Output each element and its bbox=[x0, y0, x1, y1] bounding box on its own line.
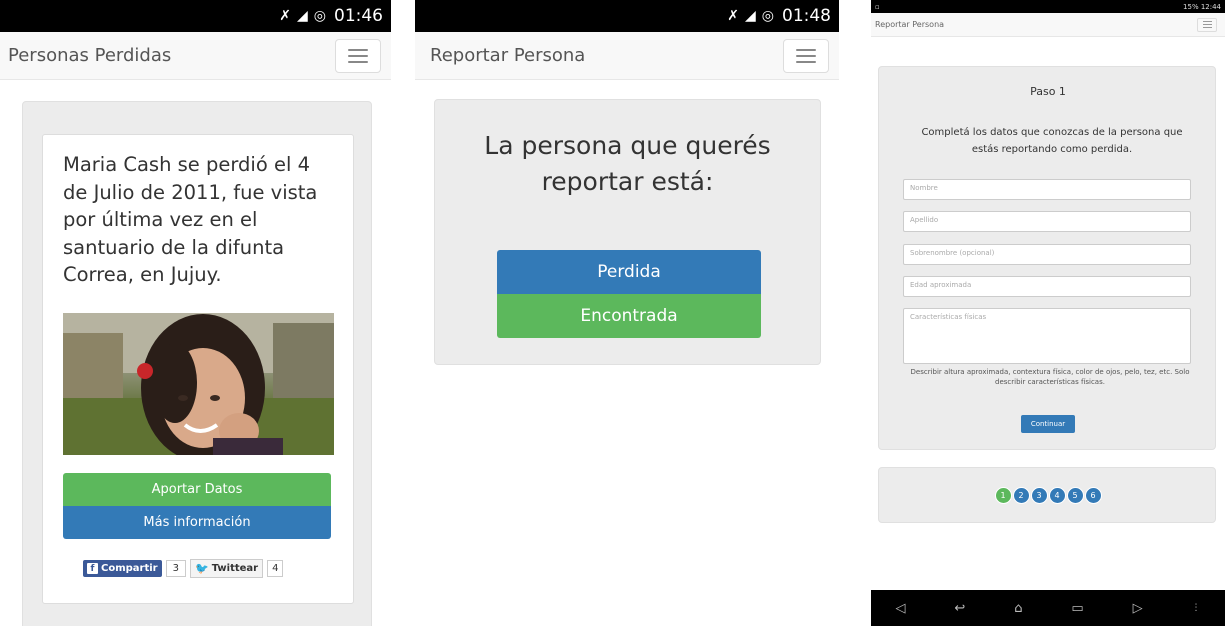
menu-dots-icon[interactable]: ⋮ bbox=[1192, 603, 1201, 613]
hamburger-icon-line bbox=[348, 54, 368, 57]
apellido-input[interactable]: Apellido bbox=[903, 211, 1191, 232]
steps-well: 1 2 3 4 5 6 bbox=[878, 467, 1216, 523]
step-dot[interactable]: 6 bbox=[1084, 487, 1102, 504]
step-indicator: 1 2 3 4 5 6 bbox=[879, 487, 1217, 504]
hamburger-icon-line bbox=[348, 60, 368, 63]
hamburger-icon-line bbox=[1202, 21, 1212, 22]
continuar-button[interactable]: Continuar bbox=[1021, 415, 1075, 433]
hamburger-icon-line bbox=[1202, 24, 1212, 25]
person-card: Maria Cash se perdió el 4 de Julio de 20… bbox=[42, 134, 354, 604]
facebook-share-count: 3 bbox=[165, 560, 186, 577]
hamburger-icon-line bbox=[796, 60, 816, 63]
twitter-share-label: Twittear bbox=[211, 563, 259, 574]
volume-down-icon[interactable]: ◁ bbox=[895, 601, 905, 616]
wifi-icon: ◢ bbox=[297, 8, 308, 24]
navbar-title[interactable]: Reportar Persona bbox=[430, 45, 585, 66]
hamburger-icon-line bbox=[796, 54, 816, 57]
status-bar: ✗ ◢ ◎ 01:48 bbox=[415, 0, 839, 32]
home-icon[interactable]: ⌂ bbox=[1014, 601, 1022, 616]
person-story: Maria Cash se perdió el 4 de Julio de 20… bbox=[63, 153, 318, 286]
navbar-title[interactable]: Reportar Persona bbox=[875, 20, 944, 29]
step-dot-active[interactable]: 1 bbox=[994, 487, 1012, 504]
back-icon[interactable]: ↩ bbox=[954, 601, 965, 616]
perdida-button[interactable]: Perdida bbox=[497, 250, 761, 294]
content-well: La persona que querés reportar está: Per… bbox=[434, 99, 821, 365]
person-photo-image bbox=[63, 313, 334, 455]
facebook-share-button[interactable]: f Compartir bbox=[83, 560, 162, 577]
aportar-datos-button[interactable]: Aportar Datos bbox=[63, 473, 331, 506]
content-well: Maria Cash se perdió el 4 de Julio de 20… bbox=[22, 101, 372, 626]
step-dot[interactable]: 5 bbox=[1066, 487, 1084, 504]
hamburger-icon-line bbox=[1202, 27, 1212, 28]
status-bar: ✗ ◢ ◎ 01:46 bbox=[0, 0, 391, 32]
recent-apps-icon[interactable]: ▭ bbox=[1071, 601, 1083, 616]
navbar-title[interactable]: Personas Perdidas bbox=[8, 45, 171, 66]
mute-icon: ✗ bbox=[279, 8, 291, 24]
hamburger-icon-line bbox=[796, 48, 816, 51]
status-info: 15% 12:44 bbox=[1183, 2, 1221, 11]
wifi-icon: ◢ bbox=[745, 8, 756, 24]
report-question: La persona que querés reportar está: bbox=[484, 131, 771, 196]
navbar: Personas Perdidas bbox=[0, 32, 391, 80]
encontrada-button[interactable]: Encontrada bbox=[497, 294, 761, 338]
caracteristicas-help: Describir altura aproximada, contextura … bbox=[910, 368, 1190, 386]
twitter-share-count: 4 bbox=[267, 560, 284, 577]
twitter-bird-icon: 🐦 bbox=[194, 562, 209, 575]
menu-toggle-button[interactable] bbox=[1197, 17, 1217, 32]
edad-input[interactable]: Edad aproximada bbox=[903, 276, 1191, 297]
screen-reportar-persona: ✗ ◢ ◎ 01:48 Reportar Persona La persona … bbox=[415, 0, 839, 626]
form-intro: Completá los datos que conozcas de la pe… bbox=[921, 127, 1183, 155]
status-icons: ✗ ◢ ◎ bbox=[727, 8, 774, 24]
screen-personas-perdidas: ✗ ◢ ◎ 01:46 Personas Perdidas Maria Cash… bbox=[0, 0, 391, 626]
mute-icon: ✗ bbox=[727, 8, 739, 24]
alarm-icon: ◎ bbox=[313, 8, 326, 24]
hamburger-icon-line bbox=[348, 48, 368, 51]
nombre-input[interactable]: Nombre bbox=[903, 179, 1191, 200]
screen-reportar-paso-1: ▫ 15% 12:44 Reportar Persona Paso 1 Comp… bbox=[871, 0, 1225, 626]
twitter-share-button[interactable]: 🐦 Twittear bbox=[189, 559, 264, 578]
menu-toggle-button[interactable] bbox=[783, 38, 829, 73]
step-dot[interactable]: 3 bbox=[1030, 487, 1048, 504]
facebook-icon: f bbox=[87, 563, 98, 574]
mas-informacion-button[interactable]: Más información bbox=[63, 506, 331, 539]
person-photo bbox=[63, 313, 334, 455]
step-dot[interactable]: 2 bbox=[1012, 487, 1030, 504]
notification-icon: ▫ bbox=[875, 2, 880, 11]
navbar: Reportar Persona bbox=[415, 32, 839, 80]
volume-up-icon[interactable]: ▷ bbox=[1133, 601, 1143, 616]
status-icons: ✗ ◢ ◎ bbox=[279, 8, 326, 24]
social-share-bar: f Compartir 3 🐦 Twittear 4 bbox=[83, 559, 284, 578]
facebook-share-label: Compartir bbox=[101, 563, 158, 574]
step-dot[interactable]: 4 bbox=[1048, 487, 1066, 504]
status-bar: ▫ 15% 12:44 bbox=[871, 0, 1225, 13]
android-nav-bar: ◁ ↩ ⌂ ▭ ▷ ⋮ bbox=[871, 590, 1225, 626]
form-well: Paso 1 Completá los datos que conozcas d… bbox=[878, 66, 1216, 450]
step-title: Paso 1 bbox=[1030, 85, 1066, 98]
menu-toggle-button[interactable] bbox=[335, 38, 381, 73]
sobrenombre-input[interactable]: Sobrenombre (opcional) bbox=[903, 244, 1191, 265]
status-time: 01:46 bbox=[334, 6, 383, 26]
navbar: Reportar Persona bbox=[871, 13, 1225, 37]
alarm-icon: ◎ bbox=[761, 8, 774, 24]
status-time: 01:48 bbox=[782, 6, 831, 26]
caracteristicas-textarea[interactable]: Características físicas bbox=[903, 308, 1191, 364]
